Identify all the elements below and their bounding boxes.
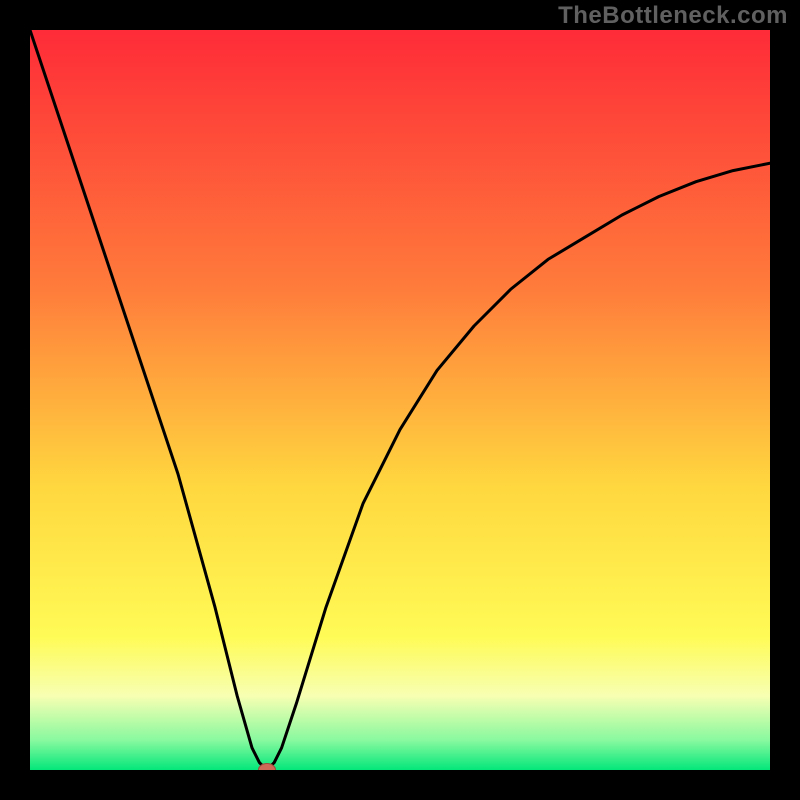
chart-frame: TheBottleneck.com (0, 0, 800, 800)
plot-area (30, 30, 770, 770)
watermark-text: TheBottleneck.com (558, 2, 788, 30)
bottleneck-curve (30, 30, 770, 770)
optimum-marker-icon (258, 763, 276, 770)
